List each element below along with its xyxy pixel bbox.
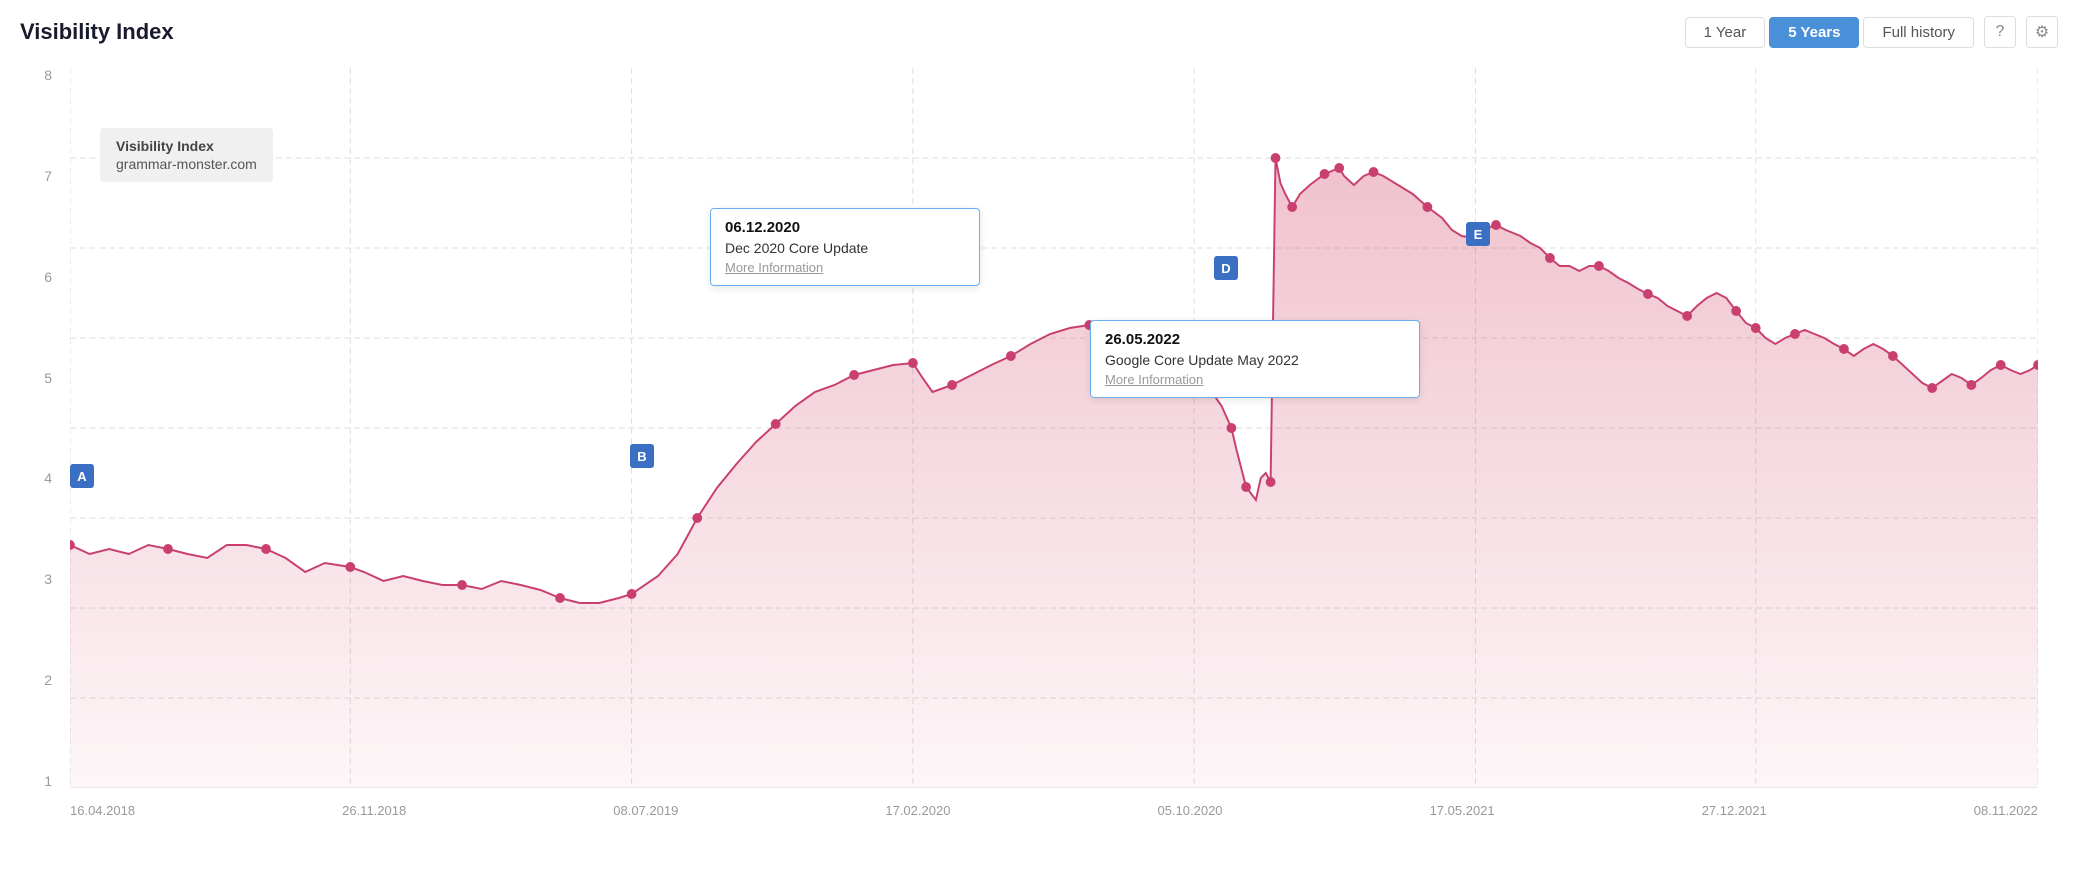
y-label-3: 3 bbox=[44, 572, 52, 586]
marker-a[interactable]: A bbox=[70, 464, 94, 488]
page-title: Visibility Index bbox=[20, 19, 174, 45]
tooltip-may2022-event: Google Core Update May 2022 bbox=[1105, 352, 1405, 368]
time-btn-1year[interactable]: 1 Year bbox=[1685, 17, 1766, 48]
y-axis: 8 7 6 5 4 3 2 1 bbox=[20, 68, 60, 788]
x-axis: 16.04.2018 26.11.2018 08.07.2019 17.02.2… bbox=[70, 803, 2038, 818]
time-btn-fullhistory[interactable]: Full history bbox=[1863, 17, 1974, 48]
y-label-5: 5 bbox=[44, 371, 52, 385]
marker-e[interactable]: E bbox=[1466, 222, 1490, 246]
x-label-1: 26.11.2018 bbox=[342, 803, 406, 818]
x-label-4: 05.10.2020 bbox=[1157, 803, 1222, 818]
chart-svg bbox=[70, 68, 2038, 788]
marker-d[interactable]: D bbox=[1214, 256, 1238, 280]
x-label-0: 16.04.2018 bbox=[70, 803, 135, 818]
y-label-6: 6 bbox=[44, 270, 52, 284]
legend-box: Visibility Index grammar-monster.com bbox=[100, 128, 273, 182]
tooltip-dec2020-date: 06.12.2020 bbox=[725, 219, 965, 236]
x-label-6: 27.12.2021 bbox=[1702, 803, 1767, 818]
marker-b[interactable]: B bbox=[630, 444, 654, 468]
y-label-1: 1 bbox=[44, 774, 52, 788]
legend-domain: grammar-monster.com bbox=[116, 156, 257, 172]
tooltip-dec2020: 06.12.2020 Dec 2020 Core Update More Inf… bbox=[710, 208, 980, 286]
tooltip-may2022: 26.05.2022 Google Core Update May 2022 M… bbox=[1090, 320, 1420, 398]
main-container: Visibility Index 1 Year 5 Years Full his… bbox=[0, 0, 2078, 880]
y-label-4: 4 bbox=[44, 471, 52, 485]
tooltip-may2022-date: 26.05.2022 bbox=[1105, 331, 1405, 348]
tooltip-dec2020-more[interactable]: More Information bbox=[725, 260, 965, 275]
help-icon[interactable]: ? bbox=[1984, 16, 2016, 48]
x-label-3: 17.02.2020 bbox=[885, 803, 950, 818]
y-label-8: 8 bbox=[44, 68, 52, 82]
header: Visibility Index 1 Year 5 Years Full his… bbox=[20, 16, 2058, 48]
chart-area: 8 7 6 5 4 3 2 1 bbox=[20, 68, 2058, 848]
time-btn-5years[interactable]: 5 Years bbox=[1769, 17, 1859, 48]
settings-icon[interactable]: ⚙ bbox=[2026, 16, 2058, 48]
x-label-5: 17.05.2021 bbox=[1430, 803, 1495, 818]
y-label-2: 2 bbox=[44, 673, 52, 687]
legend-title: Visibility Index bbox=[116, 138, 257, 154]
time-controls: 1 Year 5 Years Full history ? ⚙ bbox=[1685, 16, 2058, 48]
x-label-2: 08.07.2019 bbox=[613, 803, 678, 818]
tooltip-dec2020-event: Dec 2020 Core Update bbox=[725, 240, 965, 256]
y-label-7: 7 bbox=[44, 169, 52, 183]
tooltip-may2022-more[interactable]: More Information bbox=[1105, 372, 1405, 387]
x-label-7: 08.11.2022 bbox=[1974, 803, 2038, 818]
